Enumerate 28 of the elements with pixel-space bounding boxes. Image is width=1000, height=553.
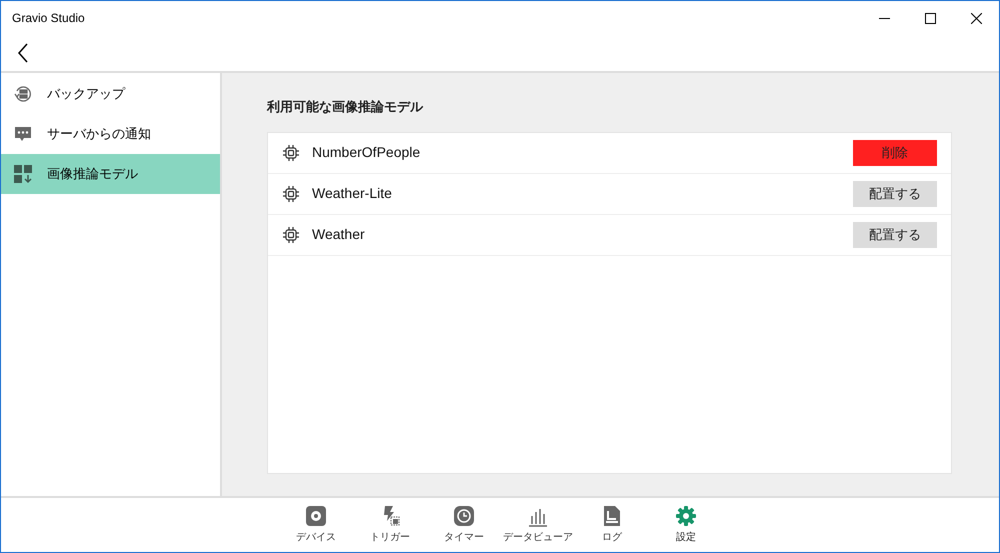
model-name: NumberOfPeople (312, 143, 420, 162)
chip-icon (282, 184, 300, 202)
model-name: Weather-Lite (312, 184, 392, 203)
sidebar-item[interactable]: バックアップ (1, 74, 220, 114)
nav-tab[interactable]: 設定 (650, 505, 722, 545)
back-icon (18, 43, 28, 63)
sidebar-item[interactable]: 画像推論モデル (1, 154, 220, 194)
model-name: Weather (312, 225, 365, 244)
sidebar-item[interactable]: サーバからの通知 (1, 114, 220, 154)
chip-icon (282, 144, 300, 162)
nav-tab[interactable]: ログ (576, 505, 648, 545)
nav-tab[interactable]: タイマー (428, 505, 500, 545)
backup-icon (13, 84, 33, 104)
deploy-button[interactable]: 配置する (853, 222, 937, 248)
delete-button[interactable]: 削除 (853, 140, 937, 166)
grid-download-icon (13, 164, 33, 184)
settings-icon (675, 505, 697, 527)
chip-icon (282, 226, 300, 244)
clock-icon (453, 505, 475, 527)
window-title: Gravio Studio (11, 10, 85, 27)
nav-tab[interactable]: トリガー (354, 505, 426, 545)
close-icon (970, 12, 982, 24)
document-icon (601, 505, 623, 527)
deploy-button[interactable]: 配置する (853, 180, 937, 206)
nav-tab[interactable]: データビューア (502, 505, 574, 545)
nav-tab[interactable]: デバイス (280, 505, 352, 545)
section-heading: 利用可能な画像推論モデル (267, 98, 424, 116)
maximize-icon (924, 12, 936, 24)
